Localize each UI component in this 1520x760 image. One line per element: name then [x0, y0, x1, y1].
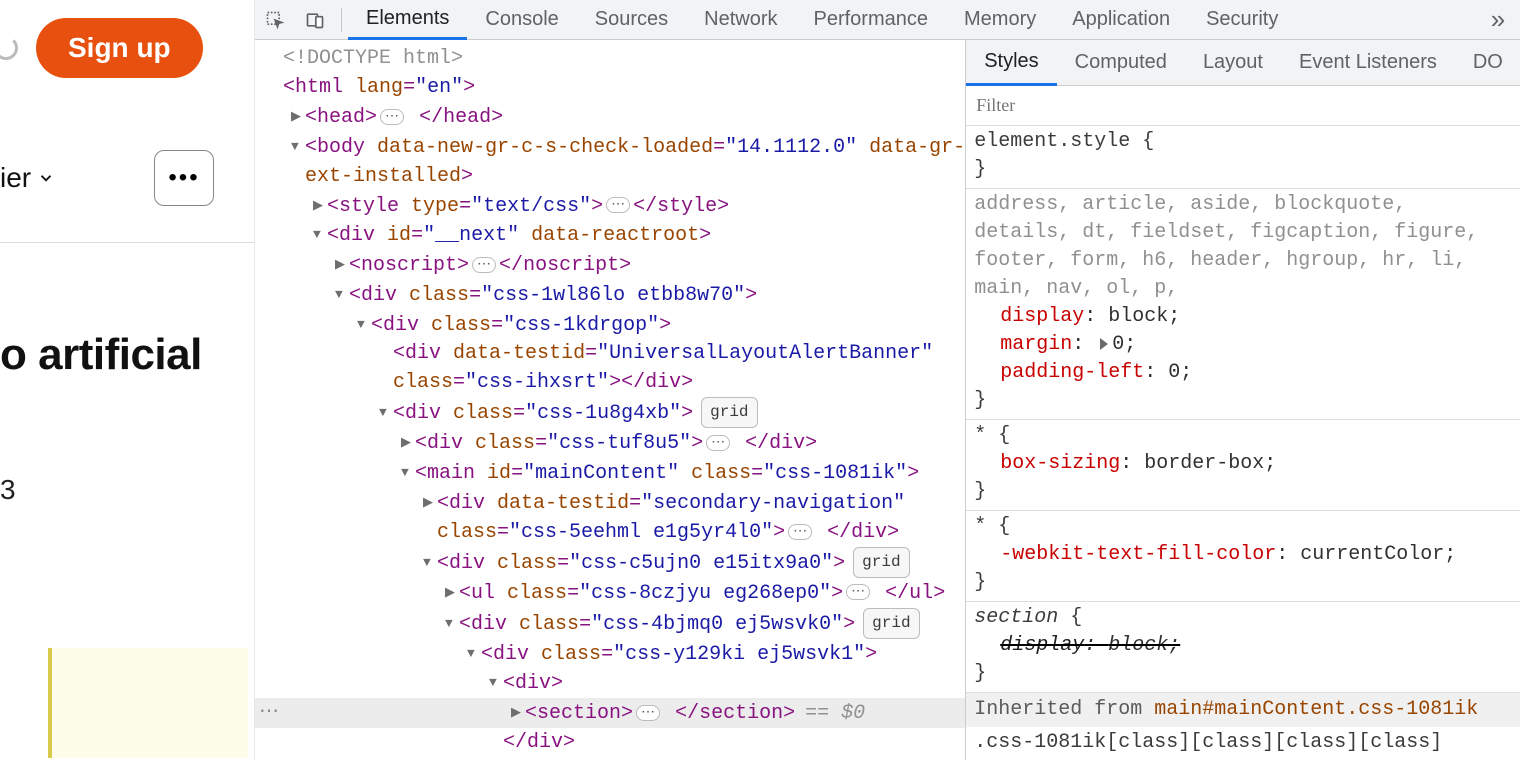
- toolbar-divider: [341, 8, 342, 32]
- dom-line[interactable]: <!DOCTYPE html>: [255, 44, 965, 73]
- signup-button[interactable]: Sign up: [36, 18, 203, 78]
- highlight-box: [48, 648, 248, 758]
- devtools-toolbar: ElementsConsoleSourcesNetworkPerformance…: [255, 0, 1520, 40]
- styles-tab-event-listeners[interactable]: Event Listeners: [1281, 40, 1455, 86]
- devtools-tab-security[interactable]: Security: [1188, 0, 1296, 40]
- device-toolbar-icon[interactable]: [295, 0, 335, 40]
- devtools-tab-memory[interactable]: Memory: [946, 0, 1054, 40]
- dom-tree-panel[interactable]: <!DOCTYPE html><html lang="en">▶<head>⋯ …: [255, 40, 965, 760]
- styles-tab-do[interactable]: DO: [1455, 40, 1520, 86]
- styles-filter: [966, 86, 1520, 126]
- dom-line[interactable]: <div data-testid="UniversalLayoutAlertBa…: [255, 339, 965, 368]
- styles-filter-input[interactable]: [976, 95, 1511, 116]
- webpage-fragment: Sign up ier ••• o artificial 3: [0, 0, 255, 760]
- style-rule[interactable]: * {box-sizing: border-box;}: [966, 420, 1520, 511]
- devtools: ElementsConsoleSourcesNetworkPerformance…: [255, 0, 1520, 760]
- dom-line[interactable]: ▼<div class="css-1wl86lo etbb8w70">: [255, 280, 965, 310]
- more-options-button[interactable]: •••: [154, 150, 214, 206]
- style-rule[interactable]: * {-webkit-text-fill-color: currentColor…: [966, 511, 1520, 602]
- dom-line[interactable]: ▶<ul class="css-8czjyu eg268ep0">⋯ </ul>: [255, 578, 965, 608]
- style-rule[interactable]: section {display: block;}: [966, 602, 1520, 693]
- style-rule[interactable]: .css-1081ik[class][class][class][class][…: [966, 727, 1520, 760]
- inherited-from-bar: Inherited from main#mainContent.css-1081…: [966, 693, 1520, 727]
- chevron-down-icon: [37, 169, 55, 187]
- dom-line[interactable]: ▼<div class="css-c5ujn0 e15itx9a0">grid: [255, 547, 965, 578]
- dom-line[interactable]: ▶⋯<section>⋯ </section>== $0: [255, 698, 965, 728]
- dom-line[interactable]: ▶<div data-testid="secondary-navigation": [255, 488, 965, 518]
- styles-tabs: StylesComputedLayoutEvent ListenersDO: [966, 40, 1520, 86]
- dom-line[interactable]: ext-installed>: [255, 162, 965, 191]
- dropdown-ier[interactable]: ier: [0, 162, 55, 194]
- styles-tab-layout[interactable]: Layout: [1185, 40, 1281, 86]
- dom-line[interactable]: ▼<div class="css-4bjmq0 ej5wsvk0">grid: [255, 608, 965, 639]
- dropdown-ier-label: ier: [0, 162, 31, 194]
- devtools-tab-network[interactable]: Network: [686, 0, 795, 40]
- devtools-tab-performance[interactable]: Performance: [796, 0, 947, 40]
- styles-tab-computed[interactable]: Computed: [1057, 40, 1185, 86]
- dom-line[interactable]: ▼<body data-new-gr-c-s-check-loaded="14.…: [255, 132, 965, 162]
- dom-line[interactable]: ▼<div id="__next" data-reactroot>: [255, 220, 965, 250]
- dom-line[interactable]: ▼<main id="mainContent" class="css-1081i…: [255, 458, 965, 488]
- dom-line[interactable]: class="css-5eehml e1g5yr4l0">⋯ </div>: [255, 518, 965, 547]
- devtools-tab-elements[interactable]: Elements: [348, 0, 467, 40]
- dom-line[interactable]: ▶<style type="text/css">⋯</style>: [255, 191, 965, 221]
- devtools-tab-sources[interactable]: Sources: [577, 0, 686, 40]
- styles-tab-styles[interactable]: Styles: [966, 40, 1056, 86]
- devtools-tabs: ElementsConsoleSourcesNetworkPerformance…: [348, 0, 1475, 40]
- dom-line[interactable]: ▼<div class="css-y129ki ej5wsvk1">: [255, 639, 965, 669]
- dom-line[interactable]: ▶<div class="css-tuf8u5">⋯ </div>: [255, 428, 965, 458]
- tabs-overflow-icon[interactable]: »: [1475, 4, 1520, 35]
- devtools-tab-application[interactable]: Application: [1054, 0, 1188, 40]
- dom-line[interactable]: ▼<div>: [255, 668, 965, 698]
- dom-line[interactable]: <html lang="en">: [255, 73, 965, 102]
- number-text: 3: [0, 474, 16, 506]
- dom-line[interactable]: class="css-ihxsrt"></div>: [255, 368, 965, 397]
- dom-line[interactable]: ▼<div class="css-1kdrgop">: [255, 310, 965, 340]
- dom-line[interactable]: ▶<noscript>⋯</noscript>: [255, 250, 965, 280]
- styles-rules[interactable]: element.style {}address, article, aside,…: [966, 126, 1520, 760]
- secondary-row: ier •••: [0, 150, 254, 243]
- dom-line[interactable]: </div>: [255, 728, 965, 757]
- inspect-element-icon[interactable]: [255, 0, 295, 40]
- devtools-tab-console[interactable]: Console: [467, 0, 576, 40]
- dom-line[interactable]: ▼<div class="css-1u8g4xb">grid: [255, 397, 965, 428]
- styles-panel: StylesComputedLayoutEvent ListenersDO el…: [965, 40, 1520, 760]
- style-rule[interactable]: address, article, aside, blockquote, det…: [966, 189, 1520, 420]
- loading-spinner-icon: [0, 36, 18, 60]
- dom-line[interactable]: ▶<head>⋯ </head>: [255, 102, 965, 132]
- style-rule[interactable]: element.style {}: [966, 126, 1520, 189]
- headline-text: o artificial: [0, 330, 202, 380]
